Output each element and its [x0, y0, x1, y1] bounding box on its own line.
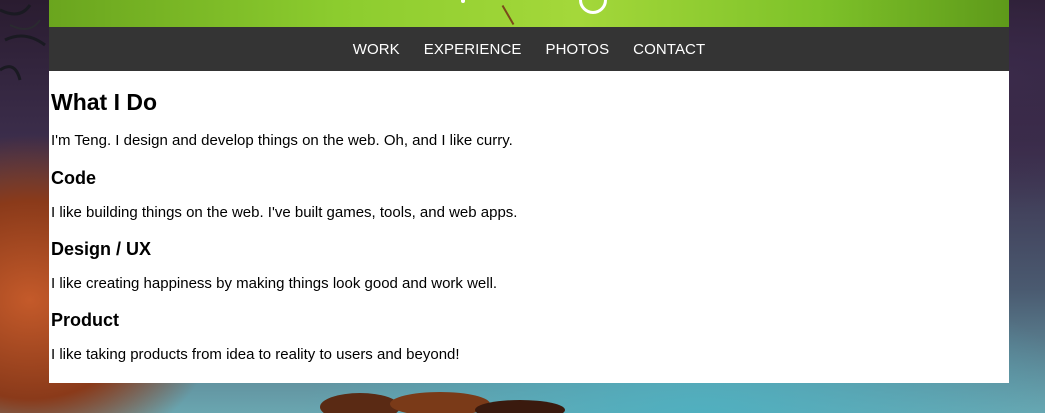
- nav-item-photos[interactable]: PHOTOS: [534, 41, 622, 58]
- hero-logo-mark: [461, 0, 465, 3]
- section-heading-code: Code: [51, 168, 96, 188]
- hero-banner: [49, 0, 1009, 27]
- section-heading-design: Design / UX: [51, 239, 152, 259]
- section-text-design: I like creating happiness by making thin…: [51, 275, 498, 292]
- section-text-product: I like taking products from idea to real…: [51, 346, 460, 363]
- intro-text: I'm Teng. I design and develop things on…: [51, 132, 513, 149]
- hero-logo-glyph: [579, 0, 607, 14]
- hero-stem-shape: [501, 4, 515, 26]
- background-leaves-image: [320, 392, 565, 413]
- nav-item-experience[interactable]: EXPERIENCE: [412, 41, 534, 58]
- background-branch-image: [0, 4, 46, 81]
- content-panel: What I Do I'm Teng. I design and develop…: [49, 71, 1009, 383]
- section-heading-product: Product: [51, 310, 120, 330]
- page-title: What I Do: [51, 89, 158, 115]
- main-navigation: WORK EXPERIENCE PHOTOS CONTACT: [49, 27, 1009, 71]
- nav-item-contact[interactable]: CONTACT: [621, 41, 717, 58]
- nav-item-work[interactable]: WORK: [341, 41, 412, 58]
- section-text-code: I like building things on the web. I've …: [51, 204, 518, 221]
